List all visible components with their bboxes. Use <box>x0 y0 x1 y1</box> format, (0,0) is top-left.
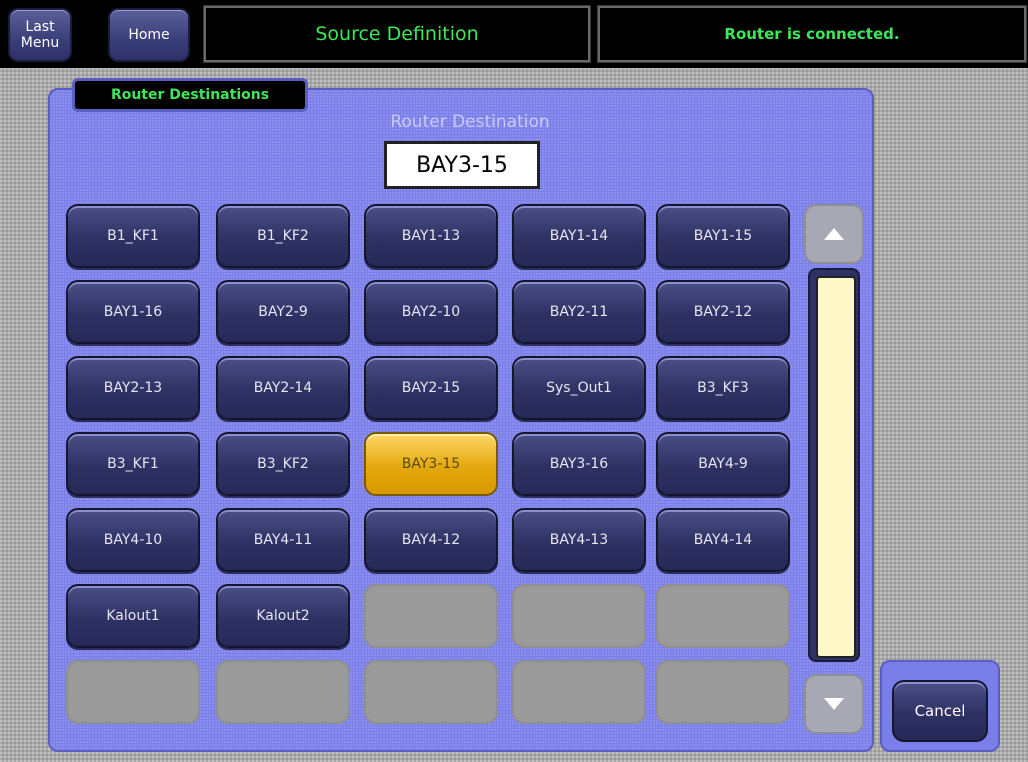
destination-button[interactable]: Kalout1 <box>66 584 200 648</box>
destination-button[interactable]: Kalout2 <box>216 584 350 648</box>
destination-button[interactable]: BAY3-16 <box>512 432 646 496</box>
tab-router-destinations[interactable]: Router Destinations <box>72 78 308 112</box>
destination-button[interactable]: BAY1-15 <box>656 204 790 268</box>
destination-button[interactable]: BAY4-12 <box>364 508 498 572</box>
cancel-button[interactable]: Cancel <box>892 680 988 742</box>
destination-button[interactable]: BAY2-14 <box>216 356 350 420</box>
destination-button[interactable]: B3_KF1 <box>66 432 200 496</box>
destination-button[interactable]: B1_KF1 <box>66 204 200 268</box>
destination-button[interactable]: BAY2-9 <box>216 280 350 344</box>
empty-slot <box>216 660 350 724</box>
destination-button[interactable]: BAY4-14 <box>656 508 790 572</box>
scrollbar-thumb[interactable] <box>816 276 856 658</box>
destination-button[interactable]: BAY1-14 <box>512 204 646 268</box>
home-button[interactable]: Home <box>108 8 190 62</box>
scroll-up-button[interactable] <box>804 204 864 264</box>
destination-button[interactable]: BAY2-10 <box>364 280 498 344</box>
destination-button[interactable]: BAY2-15 <box>364 356 498 420</box>
page-title: Source Definition <box>203 5 591 63</box>
empty-slot <box>656 660 790 724</box>
empty-slot <box>364 584 498 648</box>
destination-button[interactable]: BAY1-16 <box>66 280 200 344</box>
destination-button[interactable]: B1_KF2 <box>216 204 350 268</box>
destination-button[interactable]: B3_KF2 <box>216 432 350 496</box>
destination-button[interactable]: BAY2-13 <box>66 356 200 420</box>
scrollbar-track[interactable] <box>808 268 860 662</box>
empty-slot <box>512 660 646 724</box>
router-destination-value: BAY3-15 <box>384 141 540 189</box>
triangle-up-icon <box>824 228 844 240</box>
empty-slot <box>512 584 646 648</box>
router-destination-label: Router Destination <box>390 112 550 132</box>
last-menu-button[interactable]: Last Menu <box>8 8 72 62</box>
top-bar: Last Menu Home Source Definition Router … <box>0 0 1028 68</box>
destination-button[interactable]: BAY4-10 <box>66 508 200 572</box>
empty-slot <box>656 584 790 648</box>
destination-button[interactable]: BAY2-11 <box>512 280 646 344</box>
scroll-down-button[interactable] <box>804 674 864 734</box>
triangle-down-icon <box>824 698 844 710</box>
destination-button[interactable]: BAY2-12 <box>656 280 790 344</box>
destination-button[interactable]: BAY1-13 <box>364 204 498 268</box>
destination-button[interactable]: B3_KF3 <box>656 356 790 420</box>
status-message: Router is connected. <box>597 5 1027 63</box>
destination-button[interactable]: BAY4-11 <box>216 508 350 572</box>
destination-button[interactable]: BAY3-15 <box>364 432 498 496</box>
empty-slot <box>364 660 498 724</box>
empty-slot <box>66 660 200 724</box>
destination-button[interactable]: Sys_Out1 <box>512 356 646 420</box>
destination-button[interactable]: BAY4-13 <box>512 508 646 572</box>
destination-button[interactable]: BAY4-9 <box>656 432 790 496</box>
